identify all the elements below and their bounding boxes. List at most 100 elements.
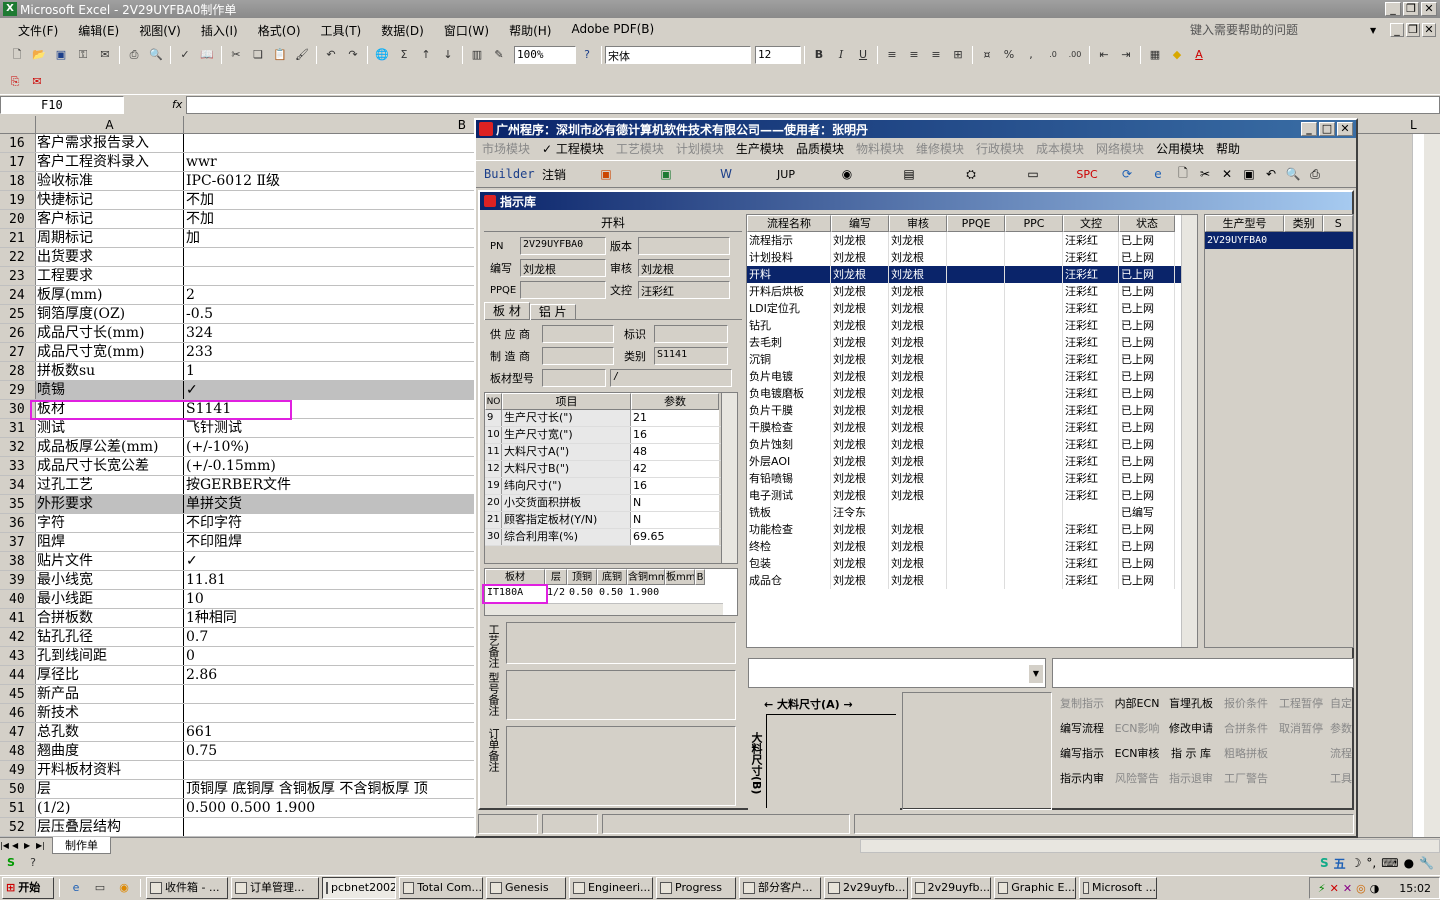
- sort-desc-icon[interactable]: ↓: [439, 46, 457, 64]
- excel-export-icon[interactable]: ▣: [636, 167, 696, 181]
- menu-item[interactable]: 帮助(H): [509, 22, 551, 39]
- cell-b[interactable]: 661: [184, 723, 474, 741]
- taskbar-item[interactable]: Microsoft ...: [1079, 877, 1157, 899]
- category-field[interactable]: S1141: [654, 347, 728, 365]
- col-a-header[interactable]: A: [36, 116, 184, 133]
- action-button[interactable]: 取消暂停: [1274, 717, 1328, 740]
- app-menu-item[interactable]: 成本模块: [1036, 140, 1084, 157]
- inc-decimal-icon[interactable]: .0: [1044, 46, 1062, 64]
- action-button[interactable]: 工厂警告: [1218, 767, 1274, 790]
- cell-b[interactable]: [184, 818, 474, 836]
- print-app-icon[interactable]: ⎙: [1304, 167, 1326, 182]
- row-header[interactable]: 38: [0, 552, 36, 570]
- borders-icon[interactable]: ▦: [1146, 46, 1164, 64]
- cell-b[interactable]: 顶铜厚 底铜厚 含铜板厚 不含铜板厚 顶: [184, 780, 474, 798]
- app-menu-item[interactable]: 物料模块: [856, 140, 904, 157]
- flow-select[interactable]: ▼: [748, 658, 1046, 688]
- flow-row[interactable]: 钻孔 刘龙根 刘龙根 汪彩红 已上网: [747, 317, 1197, 334]
- tray-icon-3[interactable]: ✕: [1343, 882, 1352, 895]
- cell-a[interactable]: 铜箔厚度(OZ): [36, 305, 184, 323]
- action-button[interactable]: ECN审核: [1110, 742, 1164, 765]
- row-header[interactable]: 24: [0, 286, 36, 304]
- app-menu-item[interactable]: 计划模块: [676, 140, 724, 157]
- font-select[interactable]: 宋体: [605, 46, 751, 64]
- cell-a[interactable]: 字符: [36, 514, 184, 532]
- action-button[interactable]: 复制指示: [1054, 692, 1110, 715]
- menu-item[interactable]: 数据(D): [381, 22, 424, 39]
- align-right-icon[interactable]: ≡: [927, 46, 945, 64]
- material-col[interactable]: 层: [545, 569, 567, 585]
- doc-icon[interactable]: 🗋: [1172, 164, 1194, 185]
- cell-a[interactable]: 层压叠层结构: [36, 818, 184, 836]
- taskbar-item[interactable]: 收件箱 - ...: [146, 877, 228, 899]
- flow-row[interactable]: 终检 刘龙根 刘龙根 汪彩红 已上网: [747, 538, 1197, 555]
- process-note-field[interactable]: [506, 622, 736, 664]
- mark-field[interactable]: [654, 325, 728, 343]
- app-menu-item[interactable]: 维修模块: [916, 140, 964, 157]
- cell-b[interactable]: 按GERBER文件: [184, 476, 474, 494]
- spelling-icon[interactable]: ✓: [176, 46, 194, 64]
- product-col-model[interactable]: 生产型号: [1205, 215, 1284, 232]
- cell-a[interactable]: 出货要求: [36, 248, 184, 266]
- print-icon[interactable]: ⎙: [125, 46, 143, 64]
- cell-a[interactable]: (1/2): [36, 799, 184, 817]
- italic-icon[interactable]: I: [832, 46, 850, 64]
- clock[interactable]: 15:02: [1399, 882, 1431, 895]
- help-icon[interactable]: ?: [578, 46, 596, 64]
- action-button[interactable]: 内部ECN: [1110, 692, 1164, 715]
- row-header[interactable]: 40: [0, 590, 36, 608]
- cell-a[interactable]: 过孔工艺: [36, 476, 184, 494]
- row-header[interactable]: 35: [0, 495, 36, 513]
- cell-b[interactable]: 单拼交货: [184, 495, 474, 513]
- cell-a[interactable]: 钻孔孔径: [36, 628, 184, 646]
- font-color-icon[interactable]: A: [1190, 46, 1208, 64]
- cell-a[interactable]: 层: [36, 780, 184, 798]
- help-box-icon[interactable]: ?: [24, 854, 42, 872]
- ie-icon[interactable]: e: [1144, 167, 1172, 181]
- doc-control-field[interactable]: 汪彩红: [638, 281, 730, 299]
- taskbar-item[interactable]: Graphic E...: [994, 877, 1076, 899]
- tab-aluminum[interactable]: 铝 片: [529, 303, 576, 320]
- close-button[interactable]: ✕: [1421, 2, 1437, 16]
- cell-b[interactable]: 不印阻焊: [184, 533, 474, 551]
- cell-a[interactable]: 最小线宽: [36, 571, 184, 589]
- cell-b[interactable]: 324: [184, 324, 474, 342]
- action-button[interactable]: 盲埋孔板: [1164, 692, 1218, 715]
- tray-icon-2[interactable]: ✕: [1330, 882, 1339, 895]
- cell-a[interactable]: 外形要求: [36, 495, 184, 513]
- indent-icon[interactable]: ⇥: [1117, 46, 1135, 64]
- flow-row[interactable]: 干膜检查 刘龙根 刘龙根 汪彩红 已上网: [747, 419, 1197, 436]
- builder-button[interactable]: Builder: [476, 167, 542, 181]
- cell-b[interactable]: ✓: [184, 552, 474, 570]
- params-row[interactable]: 10 生产尺寸宽(") 16: [485, 427, 737, 444]
- doc-close-button[interactable]: ✕: [1422, 23, 1436, 37]
- product-row[interactable]: 2V29UYFBA0: [1205, 232, 1353, 249]
- undo-icon[interactable]: ↶: [322, 46, 340, 64]
- row-header[interactable]: 18: [0, 172, 36, 190]
- ppt-icon[interactable]: ▣: [576, 167, 636, 181]
- row-header[interactable]: 31: [0, 419, 36, 437]
- action-button[interactable]: 指示退审: [1164, 767, 1218, 790]
- minimize-button[interactable]: _: [1385, 2, 1401, 16]
- cell-a[interactable]: 周期标记: [36, 229, 184, 247]
- merge-icon[interactable]: ⊞: [949, 46, 967, 64]
- row-header[interactable]: 52: [0, 818, 36, 836]
- cell-a[interactable]: 客户工程资料录入: [36, 153, 184, 171]
- product-col-s[interactable]: S: [1323, 215, 1353, 232]
- material-col[interactable]: 底铜: [597, 569, 627, 585]
- cell-b[interactable]: (+/-0.15mm): [184, 457, 474, 475]
- find-icon[interactable]: 🔍: [1282, 167, 1304, 181]
- horizontal-scrollbar[interactable]: [860, 838, 1440, 853]
- currency-icon[interactable]: ¤: [978, 46, 996, 64]
- supplier-field[interactable]: [542, 325, 614, 343]
- cell-a[interactable]: 拼板数su: [36, 362, 184, 380]
- cell-a[interactable]: 最小线距: [36, 590, 184, 608]
- scissors-icon[interactable]: ✂: [1194, 167, 1216, 181]
- action-button[interactable]: 粗略拼板: [1218, 742, 1274, 765]
- app-close-button[interactable]: ✕: [1337, 122, 1353, 136]
- params-row[interactable]: 21 顾客指定板材(Y/N) N: [485, 512, 737, 529]
- select-all[interactable]: [0, 116, 36, 133]
- action-button[interactable]: 编写流程: [1054, 717, 1110, 740]
- cell-b[interactable]: 不加: [184, 210, 474, 228]
- flow-row[interactable]: 沉铜 刘龙根 刘龙根 汪彩红 已上网: [747, 351, 1197, 368]
